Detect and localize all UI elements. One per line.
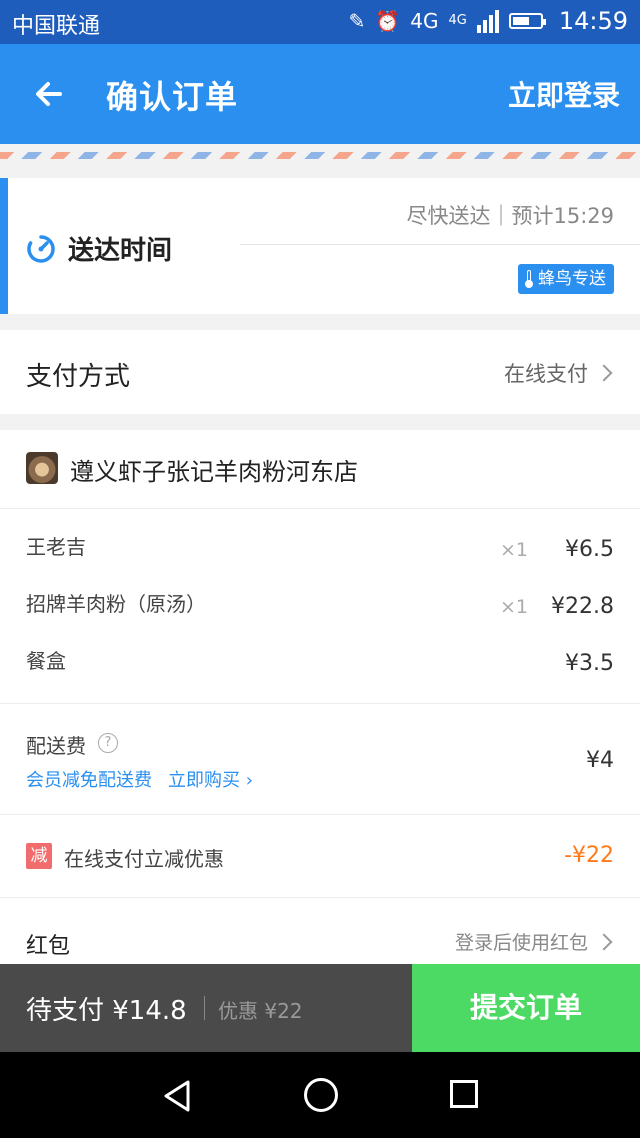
system-nav-bar [0,1052,640,1138]
order-item: 王老吉 ×1 ¥6.5 [0,531,640,571]
nav-back-icon[interactable] [160,1078,196,1114]
red-packet-row[interactable]: 红包 登录后使用红包 [0,898,640,964]
red-packet-value: 登录后使用红包 [454,932,588,954]
order-items-list: 王老吉 ×1 ¥6.5 招牌羊肉粉（原汤） ×1 ¥22.8 餐盒 ¥3.5 [0,509,640,704]
carrier-name: 中国联通 [12,14,101,39]
discount-badge-icon: 减 [26,843,52,869]
back-arrow-icon[interactable] [30,74,70,114]
chevron-right-icon [595,364,613,382]
checkout-bar: 待支付 ¥14.8 优惠 ¥22 提交订单 [0,964,640,1052]
delivery-fee-price: ¥4 [586,748,614,773]
payment-method-label: 支付方式 [26,362,131,392]
savings-amount: 优惠 ¥22 [218,999,303,1023]
online-pay-discount-row: 减 在线支付立减优惠 -¥22 [0,815,640,898]
discount-label: 在线支付立减优惠 [64,847,224,871]
nav-recent-icon[interactable] [450,1080,478,1108]
clock-time: 14:59 [558,7,628,35]
delivery-eta: 尽快送达｜预计15:29 [406,204,614,228]
help-icon[interactable]: ? [98,733,118,753]
shop-avatar [26,452,58,484]
page-title: 确认订单 [106,78,239,116]
item-name: 王老吉 [26,535,86,559]
divider [240,244,640,245]
clock-icon [27,235,55,263]
item-quantity: ×1 [500,596,529,618]
nav-home-icon[interactable] [304,1078,338,1112]
order-item: 招牌羊肉粉（原汤） ×1 ¥22.8 [0,588,640,628]
shop-name: 遵义虾子张记羊肉粉河东店 [70,458,358,486]
delivery-service-label: 蜂鸟专送 [538,269,606,289]
delivery-time-card[interactable]: 送达时间 尽快送达｜预计15:29 蜂鸟专送 [0,178,640,314]
order-item: 餐盒 ¥3.5 [0,645,640,685]
submit-order-button[interactable]: 提交订单 [412,964,640,1052]
delivery-service-badge: 蜂鸟专送 [518,264,614,294]
item-price: ¥6.5 [565,537,614,562]
discount-value: -¥22 [564,843,614,868]
delivery-fee-row: 配送费 ? 会员减免配送费 立即购买 › ¥4 [0,704,640,815]
alarm-icon: ⏰ [375,9,401,33]
status-icons: ✎ ⏰ 4G 4G 14:59 [349,6,628,36]
vibrate-icon: ✎ [348,9,366,33]
divider [204,996,205,1020]
network-type-label: 4G [410,9,439,33]
item-name: 招牌羊肉粉（原汤） [26,592,206,616]
payment-method-row[interactable]: 支付方式 在线支付 [0,330,640,414]
amount-due: 待支付 ¥14.8 [26,996,187,1026]
delivery-fee-label: 配送费 [26,734,86,758]
delivery-time-label: 送达时间 [68,236,173,266]
payment-method-value: 在线支付 [504,362,588,386]
airmail-divider [0,152,640,159]
status-bar: 中国联通 ✎ ⏰ 4G 4G 14:59 [0,0,640,44]
login-link[interactable]: 立即登录 [508,74,620,114]
item-price: ¥22.8 [551,594,614,619]
signal-icon [476,9,499,33]
item-quantity: ×1 [500,539,529,561]
network-type-label-2: 4G [448,13,467,28]
buy-membership-link[interactable]: 立即购买 › [168,766,253,792]
thermometer-icon [524,270,534,288]
order-card: 遵义虾子张记羊肉粉河东店 王老吉 ×1 ¥6.5 招牌羊肉粉（原汤） ×1 ¥2… [0,430,640,964]
item-name: 餐盒 [26,649,66,673]
chevron-right-icon [595,933,613,951]
item-price: ¥3.5 [565,651,614,676]
payment-summary: 待支付 ¥14.8 优惠 ¥22 [0,964,412,1052]
shop-row[interactable]: 遵义虾子张记羊肉粉河东店 [0,430,640,509]
app-header: 确认订单 立即登录 [0,44,640,144]
battery-icon [508,13,546,29]
red-packet-label: 红包 [26,934,71,959]
member-promo-text: 会员减免配送费 [26,770,152,791]
